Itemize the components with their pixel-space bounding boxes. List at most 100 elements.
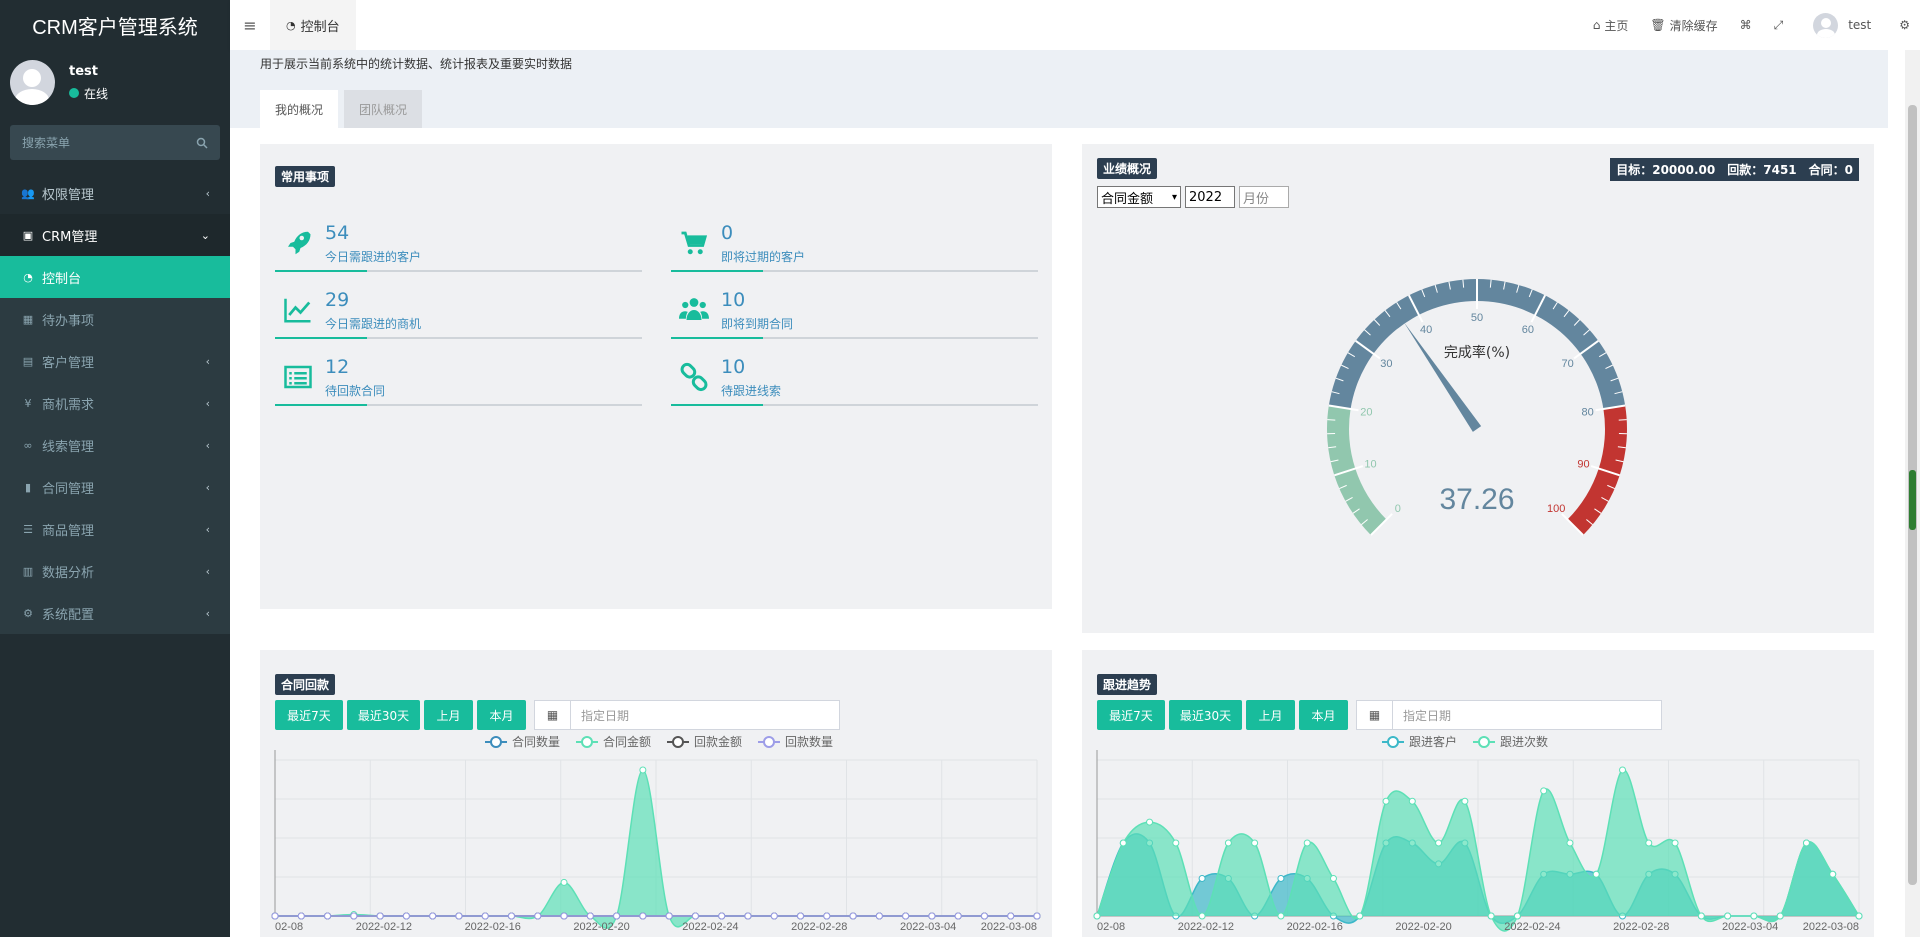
sidebar-item-label: 数据分析 (42, 565, 95, 581)
data-point (1671, 839, 1679, 847)
home-link[interactable]: ⌂ 主页 (1593, 17, 1629, 34)
range-7days-button[interactable]: 最近7天 (1097, 700, 1165, 730)
page-scrollbar[interactable] (1905, 50, 1920, 937)
sidebar-item-dashboard[interactable]: ◔ 控制台 (0, 256, 230, 298)
stat-pending-leads[interactable]: 10 待跟进线索 (671, 346, 1038, 406)
data-point (324, 912, 332, 920)
fullscreen-button[interactable]: ⤢ (1774, 18, 1784, 33)
sidebar-item-settings[interactable]: ⚙ 系统配置 ‹ (0, 592, 230, 634)
data-point (1566, 839, 1574, 847)
data-point (1829, 870, 1837, 878)
sidebar-item-analytics[interactable]: ▥ 数据分析 ‹ (0, 550, 230, 592)
page-description: 用于展示当前系统中的统计数据、统计报表及重要实时数据 (260, 57, 573, 71)
data-point (1724, 912, 1732, 920)
x-tick-label: 2022-02-28 (791, 921, 847, 933)
language-button[interactable]: ⌘ (1740, 18, 1752, 32)
data-point (665, 912, 673, 920)
x-tick-label: 2022-02-16 (1287, 921, 1343, 933)
data-point (1146, 818, 1154, 826)
stat-expiring-contracts[interactable]: 10 即将到期合同 (671, 279, 1038, 339)
stat-expiring-customers[interactable]: 0 即将过期的客户 (671, 212, 1038, 272)
sidebar-item-leads[interactable]: ∞ 线索管理 ‹ (0, 424, 230, 466)
sidebar-search-input[interactable]: 搜索菜单 (10, 125, 220, 160)
id-card-icon: ▣ (22, 228, 34, 242)
stat-value: 29 (325, 289, 350, 311)
sidebar-item-permission[interactable]: 👥 权限管理 ‹ (0, 172, 230, 214)
scrollbar-marker (1909, 470, 1916, 530)
contract-payment-panel: 合同回款 最近7天 最近30天 上月 本月 ▦ 指定日期 合同数量 合同金额 回款金… (260, 650, 1052, 937)
legend-marker (763, 736, 775, 748)
data-point (718, 912, 726, 920)
panel-title: 常用事项 (275, 166, 336, 187)
sidebar-item-contract[interactable]: ▮ 合同管理 ‹ (0, 466, 230, 508)
data-point (1513, 912, 1521, 920)
data-point (849, 912, 857, 920)
chevron-left-icon: ‹ (205, 480, 210, 494)
stat-today-customers[interactable]: 54 今日需跟进的客户 (275, 212, 642, 272)
gauge-band (1327, 405, 1387, 536)
x-tick-label: 2022-02-24 (1504, 921, 1560, 933)
gauge-tick-label: 80 (1581, 406, 1593, 418)
clear-cache-button[interactable]: 🗑 清除缓存 (1650, 17, 1717, 34)
legend-marker (1387, 736, 1399, 748)
range-last-month-button[interactable]: 上月 (1246, 700, 1295, 730)
sidebar-item-customer[interactable]: ▤ 客户管理 ‹ (0, 340, 230, 382)
sidebar-item-product[interactable]: ☰ 商品管理 ‹ (0, 508, 230, 550)
x-tick-label: 2022-02-24 (682, 921, 738, 933)
x-tick-label: 2022-03-08 (1803, 921, 1859, 933)
x-tick-label: 2022-03-04 (900, 921, 956, 933)
date-range-input[interactable]: ▦ 指定日期 (534, 700, 840, 730)
sidebar-item-label: 线索管理 (42, 439, 95, 455)
gauge-tick-label: 100 (1547, 503, 1565, 515)
range-30days-button[interactable]: 最近30天 (347, 700, 420, 730)
menu-toggle-icon[interactable]: ≡ (230, 0, 270, 50)
header-username: test (1848, 18, 1872, 32)
data-point (560, 912, 568, 920)
search-icon[interactable] (196, 137, 208, 149)
x-tick-label: 02-08 (275, 921, 303, 933)
range-7days-button[interactable]: 最近7天 (275, 700, 343, 730)
dashboard-icon: ◔ (286, 18, 296, 32)
data-point (1007, 912, 1015, 920)
x-tick-label: 2022-02-16 (465, 921, 521, 933)
date-range-input[interactable]: ▦ 指定日期 (1356, 700, 1662, 730)
stat-progress-fill (671, 270, 763, 272)
chevron-left-icon: ‹ (205, 186, 210, 200)
range-this-month-button[interactable]: 本月 (477, 700, 526, 730)
sidebar-item-business[interactable]: ¥ 商机需求 ‹ (0, 382, 230, 424)
sidebar-item-crm[interactable]: ▣ CRM管理 ⌄ (0, 214, 230, 256)
sidebar-item-todo[interactable]: ▦ 待办事项 (0, 298, 230, 340)
range-this-month-button[interactable]: 本月 (1299, 700, 1348, 730)
data-point (744, 912, 752, 920)
data-point (1645, 839, 1653, 847)
stat-pending-payments[interactable]: 12 待回款合同 (275, 346, 642, 406)
language-icon: ⌘ (1739, 18, 1752, 32)
gauge-tick-label: 40 (1420, 324, 1432, 336)
home-label: 主页 (1604, 18, 1629, 33)
chevron-left-icon: ‹ (205, 396, 210, 410)
data-point (1697, 912, 1705, 920)
date-placeholder: 指定日期 (581, 708, 630, 723)
range-last-month-button[interactable]: 上月 (424, 700, 473, 730)
tab-dashboard[interactable]: ◔ 控制台 (270, 0, 356, 50)
data-point (1540, 787, 1548, 795)
app-logo[interactable]: CRM客户管理系统 (0, 0, 230, 50)
control-sidebar-button[interactable]: ⚙ (1899, 18, 1910, 32)
gauge-tick-label: 70 (1561, 358, 1573, 370)
stat-today-business[interactable]: 29 今日需跟进的商机 (275, 279, 642, 339)
followup-trend-panel: 跟进趋势 最近7天 最近30天 上月 本月 ▦ 指定日期 跟进客户 跟进次数 02-… (1082, 650, 1874, 937)
sidebar-item-label: 客户管理 (42, 355, 95, 371)
data-point (980, 912, 988, 920)
trash-icon: 🗑 (1650, 18, 1666, 32)
user-menu[interactable]: test (1813, 12, 1872, 38)
tab-team-overview[interactable]: 团队概况 (344, 90, 423, 128)
tab-my-overview[interactable]: 我的概况 (260, 90, 339, 128)
data-point (1093, 912, 1101, 920)
range-30days-button[interactable]: 最近30天 (1169, 700, 1242, 730)
chevron-left-icon: ‹ (205, 606, 210, 620)
panel-title: 合同回款 (275, 674, 336, 695)
data-point (1487, 912, 1495, 920)
x-tick-label: 2022-03-04 (1722, 921, 1778, 933)
data-point (350, 912, 358, 920)
data-point (797, 912, 805, 920)
